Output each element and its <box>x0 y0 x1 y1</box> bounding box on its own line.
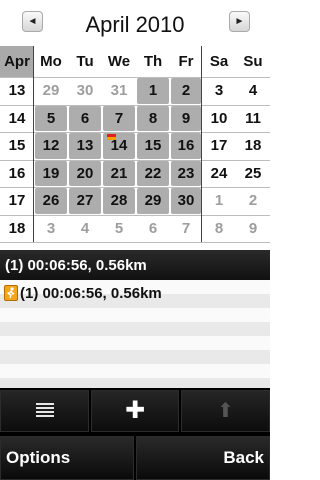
week-number: 18 <box>0 214 34 242</box>
week-number: 14 <box>0 104 34 132</box>
column-separator <box>33 46 34 242</box>
options-button[interactable]: Options <box>0 436 134 480</box>
calendar-day[interactable]: 3 <box>35 215 67 241</box>
calendar-day[interactable]: 18 <box>237 133 269 159</box>
calendar-day[interactable]: 1 <box>137 78 169 104</box>
calendar-day[interactable]: 19 <box>35 160 67 186</box>
calendar-day[interactable]: 21 <box>103 160 135 186</box>
plus-icon: ✚ <box>124 397 146 424</box>
toolbar: ✚ ⬆ <box>0 388 270 434</box>
calendar-day[interactable]: 3 <box>203 78 235 104</box>
calendar-day[interactable]: 5 <box>35 105 67 131</box>
week-number: 17 <box>0 187 34 215</box>
month-abbr-corner: Apr <box>0 46 34 77</box>
calendar-day[interactable]: 2 <box>237 188 269 214</box>
calendar-day[interactable]: 4 <box>237 78 269 104</box>
weekday-header: Tu <box>68 46 102 77</box>
calendar-day[interactable]: 29 <box>137 188 169 214</box>
week-number: 13 <box>0 77 34 105</box>
calendar-day[interactable]: 23 <box>171 160 201 186</box>
calendar-day[interactable]: 20 <box>69 160 101 186</box>
calendar-day[interactable]: 5 <box>103 215 135 241</box>
selected-entry-text: (1) 00:06:56, 0.56km <box>5 256 147 274</box>
calendar-day[interactable]: 31 <box>103 78 135 104</box>
options-label: Options <box>6 448 71 467</box>
weekday-header: We <box>102 46 136 77</box>
calendar-header: ◄ April 2010 ► <box>0 0 270 46</box>
calendar-day[interactable]: 29 <box>35 78 67 104</box>
weekday-header: Mo <box>34 46 68 77</box>
list-view-button[interactable] <box>0 390 89 432</box>
month-grid: Apr Mo Tu We Th Fr Sa Su 13 29 30 31 1 2 3 4 14 5 6 7 8 9 10 11… <box>0 46 270 246</box>
list-icon <box>35 403 54 419</box>
calendar-day[interactable]: 13 <box>69 133 101 159</box>
back-label: Back <box>223 448 264 467</box>
calendar-day[interactable]: 9 <box>171 105 201 131</box>
column-separator <box>201 46 202 242</box>
calendar-day[interactable]: 30 <box>171 188 201 214</box>
weekday-header: Fr <box>170 46 202 77</box>
calendar-day[interactable]: 24 <box>203 160 235 186</box>
grid-line <box>0 159 270 161</box>
week-number: 15 <box>0 132 34 160</box>
calendar-day[interactable]: 27 <box>69 188 101 214</box>
calendar-day[interactable]: 10 <box>203 105 235 131</box>
calendar-day[interactable]: 25 <box>237 160 269 186</box>
right-arrow-icon: ► <box>234 16 245 27</box>
softkey-bar: Options Back <box>0 434 270 480</box>
list-item[interactable]: (1) 00:06:56, 0.56km <box>0 282 270 304</box>
calendar-day[interactable]: 11 <box>237 105 269 131</box>
selected-entry-bar[interactable]: (1) 00:06:56, 0.56km <box>0 250 270 280</box>
grid-line <box>0 187 270 188</box>
calendar-day[interactable]: 26 <box>35 188 67 214</box>
calendar-day[interactable]: 12 <box>35 133 67 159</box>
calendar-day[interactable]: 1 <box>203 188 235 214</box>
weekday-header: Su <box>236 46 270 77</box>
running-person-icon <box>4 285 18 301</box>
grid-line <box>0 77 270 78</box>
calendar-day[interactable]: 9 <box>237 215 269 241</box>
calendar-day[interactable]: 16 <box>171 133 201 159</box>
grid-line <box>0 242 270 243</box>
calendar-day[interactable]: 8 <box>137 105 169 131</box>
grid-line <box>0 132 270 133</box>
grid-line <box>0 214 270 216</box>
calendar-day[interactable]: 8 <box>203 215 235 241</box>
calendar-day[interactable]: 4 <box>69 215 101 241</box>
calendar-day[interactable]: 28 <box>103 188 135 214</box>
calendar-day[interactable]: 15 <box>137 133 169 159</box>
weekday-header: Sa <box>202 46 236 77</box>
calendar-day[interactable]: 2 <box>171 78 201 104</box>
calendar-day[interactable]: 6 <box>137 215 169 241</box>
event-marker-icon <box>107 134 116 140</box>
entry-text: (1) 00:06:56, 0.56km <box>20 284 162 302</box>
up-arrow-icon: ⬆ <box>217 400 234 422</box>
grid-line <box>0 104 270 106</box>
calendar-day[interactable]: 17 <box>203 133 235 159</box>
new-entry-button[interactable]: ✚ <box>91 390 179 432</box>
calendar-day[interactable]: 6 <box>69 105 101 131</box>
weekday-header: Th <box>136 46 170 77</box>
calendar-day[interactable]: 7 <box>103 105 135 131</box>
calendar-day[interactable]: 30 <box>69 78 101 104</box>
next-month-button[interactable]: ► <box>229 11 250 32</box>
calendar-day[interactable]: 22 <box>137 160 169 186</box>
up-button[interactable]: ⬆ <box>181 390 270 432</box>
back-button[interactable]: Back <box>136 436 270 480</box>
week-number: 16 <box>0 159 34 187</box>
calendar-day[interactable]: 7 <box>171 215 201 241</box>
